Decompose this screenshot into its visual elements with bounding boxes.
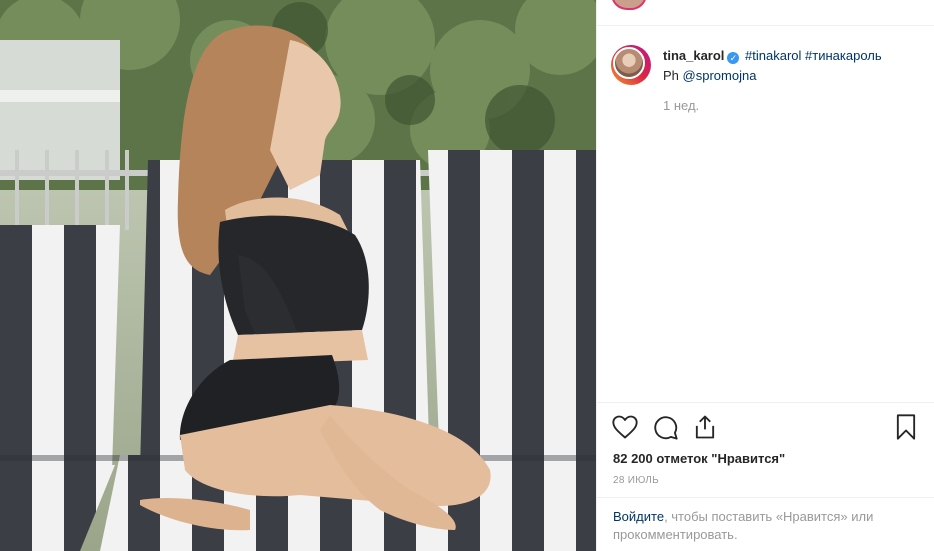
post-side-panel: tina_karol ✓ #tinakarol #тинакароль Ph @s… [596, 0, 934, 551]
login-link[interactable]: Войдите [613, 509, 664, 524]
header-avatar[interactable] [611, 0, 647, 10]
likes-count[interactable]: 82 200 отметок "Нравится" [613, 451, 785, 466]
heart-icon[interactable] [611, 413, 639, 441]
time-ago[interactable]: 1 нед. [663, 98, 918, 113]
mention-link[interactable]: @spromojna [683, 68, 757, 83]
login-prompt: Войдите, чтобы поставить «Нравится» или … [597, 497, 934, 544]
share-icon[interactable] [691, 413, 719, 441]
hashtag-link[interactable]: #tinakarol [745, 48, 801, 63]
username-link[interactable]: tina_karol [663, 48, 724, 63]
icon-row [597, 403, 934, 453]
post-caption: tina_karol ✓ #tinakarol #тинакароль Ph @s… [597, 26, 934, 113]
post-date[interactable]: 28 ИЮЛЬ [613, 475, 659, 486]
header-strip [597, 0, 934, 26]
photo-credit-prefix: Ph [663, 68, 679, 83]
post-photo[interactable] [0, 0, 596, 551]
caption-text: tina_karol ✓ #tinakarol #тинакароль Ph @s… [663, 44, 918, 86]
post-photo-illustration [0, 0, 596, 551]
comment-icon[interactable] [651, 413, 679, 441]
action-bar: 82 200 отметок "Нравится" 28 ИЮЛЬ [597, 402, 934, 486]
bookmark-icon[interactable] [892, 413, 920, 441]
avatar[interactable] [611, 45, 651, 85]
verified-check-icon: ✓ [727, 52, 740, 64]
hashtag-link[interactable]: #тинакароль [805, 48, 882, 63]
